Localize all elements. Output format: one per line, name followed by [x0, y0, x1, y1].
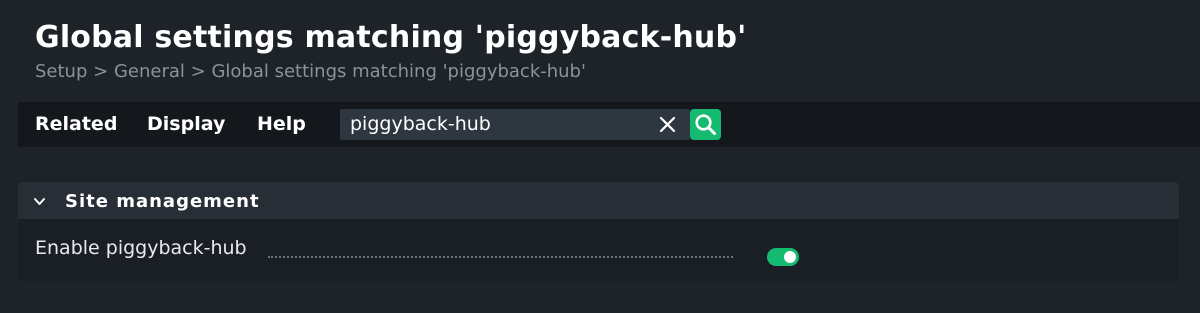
enable-piggyback-hub-toggle[interactable] [767, 248, 799, 266]
breadcrumb-separator: > [190, 61, 206, 82]
breadcrumb: Setup > General > Global settings matchi… [35, 61, 586, 82]
search-icon [695, 114, 716, 135]
page-menu-bar: Related Display Help piggyback-hub [18, 102, 1200, 147]
setting-label[interactable]: Enable piggyback-hub [35, 237, 247, 259]
section-title: Site management [65, 191, 260, 212]
toggle-knob [784, 251, 796, 263]
section-header[interactable]: Site management [18, 182, 1179, 219]
chevron-down-icon [34, 198, 45, 205]
search-input-value: piggyback-hub [350, 113, 491, 135]
search-input[interactable]: piggyback-hub [340, 109, 690, 140]
dotted-leader [268, 256, 733, 258]
search-button[interactable] [690, 109, 721, 140]
page-title: Global settings matching 'piggyback-hub' [35, 20, 747, 55]
breadcrumb-item-setup[interactable]: Setup [35, 61, 87, 82]
menu-help[interactable]: Help [257, 102, 306, 147]
menu-display[interactable]: Display [147, 102, 225, 147]
close-icon[interactable] [658, 115, 677, 134]
breadcrumb-separator: > [93, 61, 109, 82]
global-settings-page: Global settings matching 'piggyback-hub'… [0, 0, 1200, 313]
setting-row: Enable piggyback-hub [18, 219, 1179, 281]
menu-related[interactable]: Related [35, 102, 117, 147]
breadcrumb-item-general[interactable]: General [114, 61, 185, 82]
settings-section: Site management Enable piggyback-hub [18, 182, 1179, 281]
breadcrumb-item-current[interactable]: Global settings matching 'piggyback-hub' [211, 61, 585, 82]
